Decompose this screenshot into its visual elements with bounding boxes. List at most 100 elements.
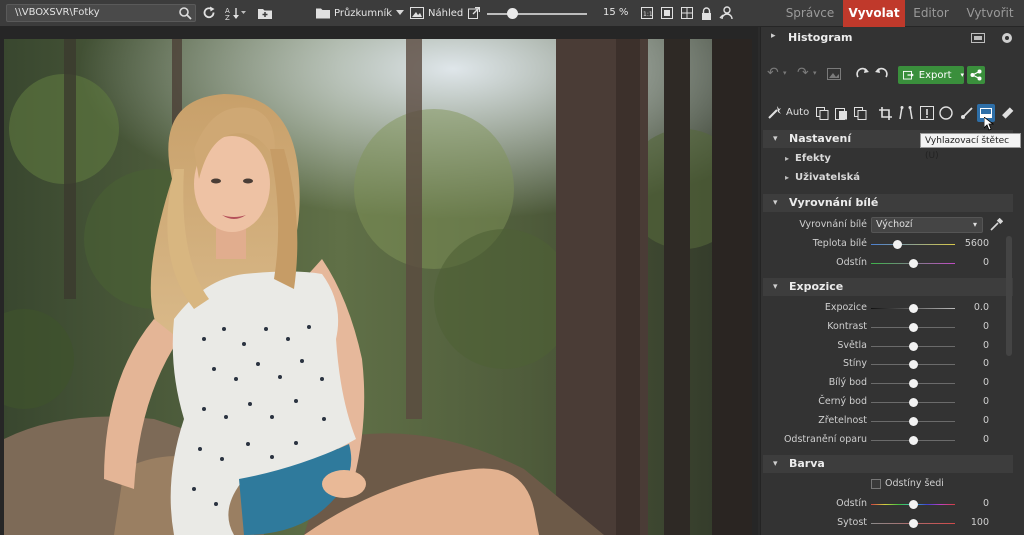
section-presets-title: Nastavení	[789, 132, 852, 145]
svg-text:Z: Z	[225, 14, 230, 20]
grid-icon[interactable]	[680, 4, 694, 22]
preview-mode-label: Náhled	[428, 7, 464, 19]
slider-handle[interactable]	[908, 304, 918, 313]
image-icon	[410, 7, 424, 19]
presets-user-label: Uživatelská	[795, 172, 860, 183]
slider-handle[interactable]	[908, 323, 918, 332]
row-value: 0	[982, 434, 989, 445]
share-button[interactable]	[967, 66, 985, 84]
section-color[interactable]: ▾ Barva	[763, 455, 1013, 473]
tab-create[interactable]: Vytvořit	[960, 0, 1020, 27]
tooltip: Vyhlazovací štětec (U)	[920, 133, 1021, 161]
sort-icon[interactable]: AZ	[224, 4, 248, 22]
slider-handle[interactable]	[908, 417, 918, 426]
row-label: Stíny	[842, 358, 867, 369]
collapse-icon: ▾	[773, 282, 778, 292]
panel-scrollbar[interactable]	[1006, 236, 1012, 356]
browser-mode-label: Průzkumník	[334, 7, 393, 19]
radial-filter-icon[interactable]	[939, 106, 953, 120]
tint-handle[interactable]	[908, 259, 918, 268]
row-value: 0	[982, 340, 989, 351]
fit-screen-icon[interactable]	[660, 4, 674, 22]
row-label: Sytost	[837, 517, 867, 528]
row-value: 0	[982, 321, 989, 332]
saturation-handle[interactable]	[908, 519, 918, 528]
top-toolbar: \\VBOXSVR\Fotky AZ Průzkumník Náhled 15 …	[0, 0, 1024, 27]
histogram-header[interactable]: ▸ Histogram	[761, 27, 1024, 49]
histogram-view-icon[interactable]	[971, 33, 985, 43]
export-label: Export	[918, 69, 952, 81]
hue-handle[interactable]	[908, 500, 918, 509]
eraser-icon[interactable]	[1000, 106, 1014, 120]
actual-size-icon[interactable]: 1:1	[640, 4, 654, 22]
preview-mode-button[interactable]: Náhled	[410, 4, 463, 22]
copy-icon[interactable]	[816, 107, 829, 120]
zoom-slider-track[interactable]	[487, 13, 587, 15]
grayscale-checkbox[interactable]	[871, 479, 881, 489]
expand-icon: ▸	[785, 154, 790, 163]
redo-icon[interactable]: ↷	[797, 65, 809, 81]
chevron-down-icon	[396, 10, 405, 15]
row-value: 0	[982, 498, 989, 509]
wb-mode-select[interactable]: Výchozí ▾	[871, 217, 983, 233]
photo-viewer[interactable]	[0, 27, 758, 535]
user-icon[interactable]	[717, 4, 735, 22]
open-external-icon[interactable]	[466, 4, 482, 22]
undo-menu-icon[interactable]: ▾	[783, 69, 787, 77]
export-button[interactable]: Export ▾	[898, 66, 964, 84]
undo-icon[interactable]: ↶	[767, 65, 779, 81]
export-icon	[903, 70, 914, 80]
browser-mode-button[interactable]: Průzkumník	[316, 4, 405, 22]
row-label: Teplota bílé	[812, 238, 867, 249]
tab-editor[interactable]: Editor	[905, 0, 957, 27]
perspective-icon[interactable]	[899, 106, 913, 120]
settings-icon[interactable]	[1001, 32, 1013, 44]
lock-icon[interactable]	[699, 4, 713, 22]
section-exposure[interactable]: ▾ Expozice	[763, 278, 1013, 296]
row-label: Zřetelnost	[818, 415, 867, 426]
tab-manager[interactable]: Správce	[780, 0, 840, 27]
row-value: 0	[982, 358, 989, 369]
crop-icon[interactable]	[879, 107, 892, 120]
rotate-icon[interactable]	[855, 67, 889, 81]
expand-icon: ▸	[771, 31, 776, 41]
presets-effects[interactable]: ▸ Efekty	[785, 153, 831, 164]
history-toolbar: ↶ ▾ ↷ ▾ Export ▾	[761, 61, 1024, 87]
temperature-handle[interactable]	[893, 240, 903, 249]
eyedropper-icon[interactable]	[989, 218, 1003, 232]
search-icon[interactable]	[178, 6, 192, 20]
redo-menu-icon[interactable]: ▾	[813, 69, 817, 77]
slider-handle[interactable]	[908, 379, 918, 388]
slider-handle[interactable]	[908, 436, 918, 445]
auto-wand-icon[interactable]	[767, 106, 781, 120]
row-value: 100	[970, 517, 989, 528]
brush-icon[interactable]	[960, 106, 974, 120]
exposure-tool-icon[interactable]	[920, 106, 934, 120]
slider-handle[interactable]	[908, 398, 918, 407]
auto-button[interactable]: Auto	[786, 107, 809, 118]
refresh-icon[interactable]	[200, 4, 218, 22]
photo-image	[4, 39, 752, 535]
compare-icon[interactable]	[827, 68, 841, 80]
presets-user[interactable]: ▸ Uživatelská	[785, 172, 860, 183]
new-folder-icon[interactable]	[256, 4, 274, 22]
row-label: Expozice	[824, 302, 867, 313]
slider-handle[interactable]	[908, 342, 918, 351]
path-field[interactable]: \\VBOXSVR\Fotky	[6, 4, 196, 22]
export-menu-icon: ▾	[960, 71, 964, 79]
svg-text:1:1: 1:1	[643, 11, 653, 18]
row-label: Odstín	[836, 498, 867, 509]
grayscale-label: Odstíny šedi	[885, 478, 944, 489]
expand-icon: ▸	[785, 173, 790, 182]
folder-icon	[316, 8, 330, 19]
zoom-slider-handle[interactable]	[507, 8, 518, 19]
paste-icon[interactable]	[835, 107, 848, 120]
chevron-down-icon: ▾	[972, 220, 977, 229]
row-label: Kontrast	[827, 321, 867, 332]
row-value: 0	[982, 396, 989, 407]
tab-develop[interactable]: Vyvolat	[843, 0, 905, 27]
section-white-balance[interactable]: ▾ Vyrovnání bílé	[763, 194, 1013, 212]
paste-selective-icon[interactable]	[854, 107, 867, 120]
slider-handle[interactable]	[908, 360, 918, 369]
temperature-track[interactable]	[871, 244, 955, 245]
